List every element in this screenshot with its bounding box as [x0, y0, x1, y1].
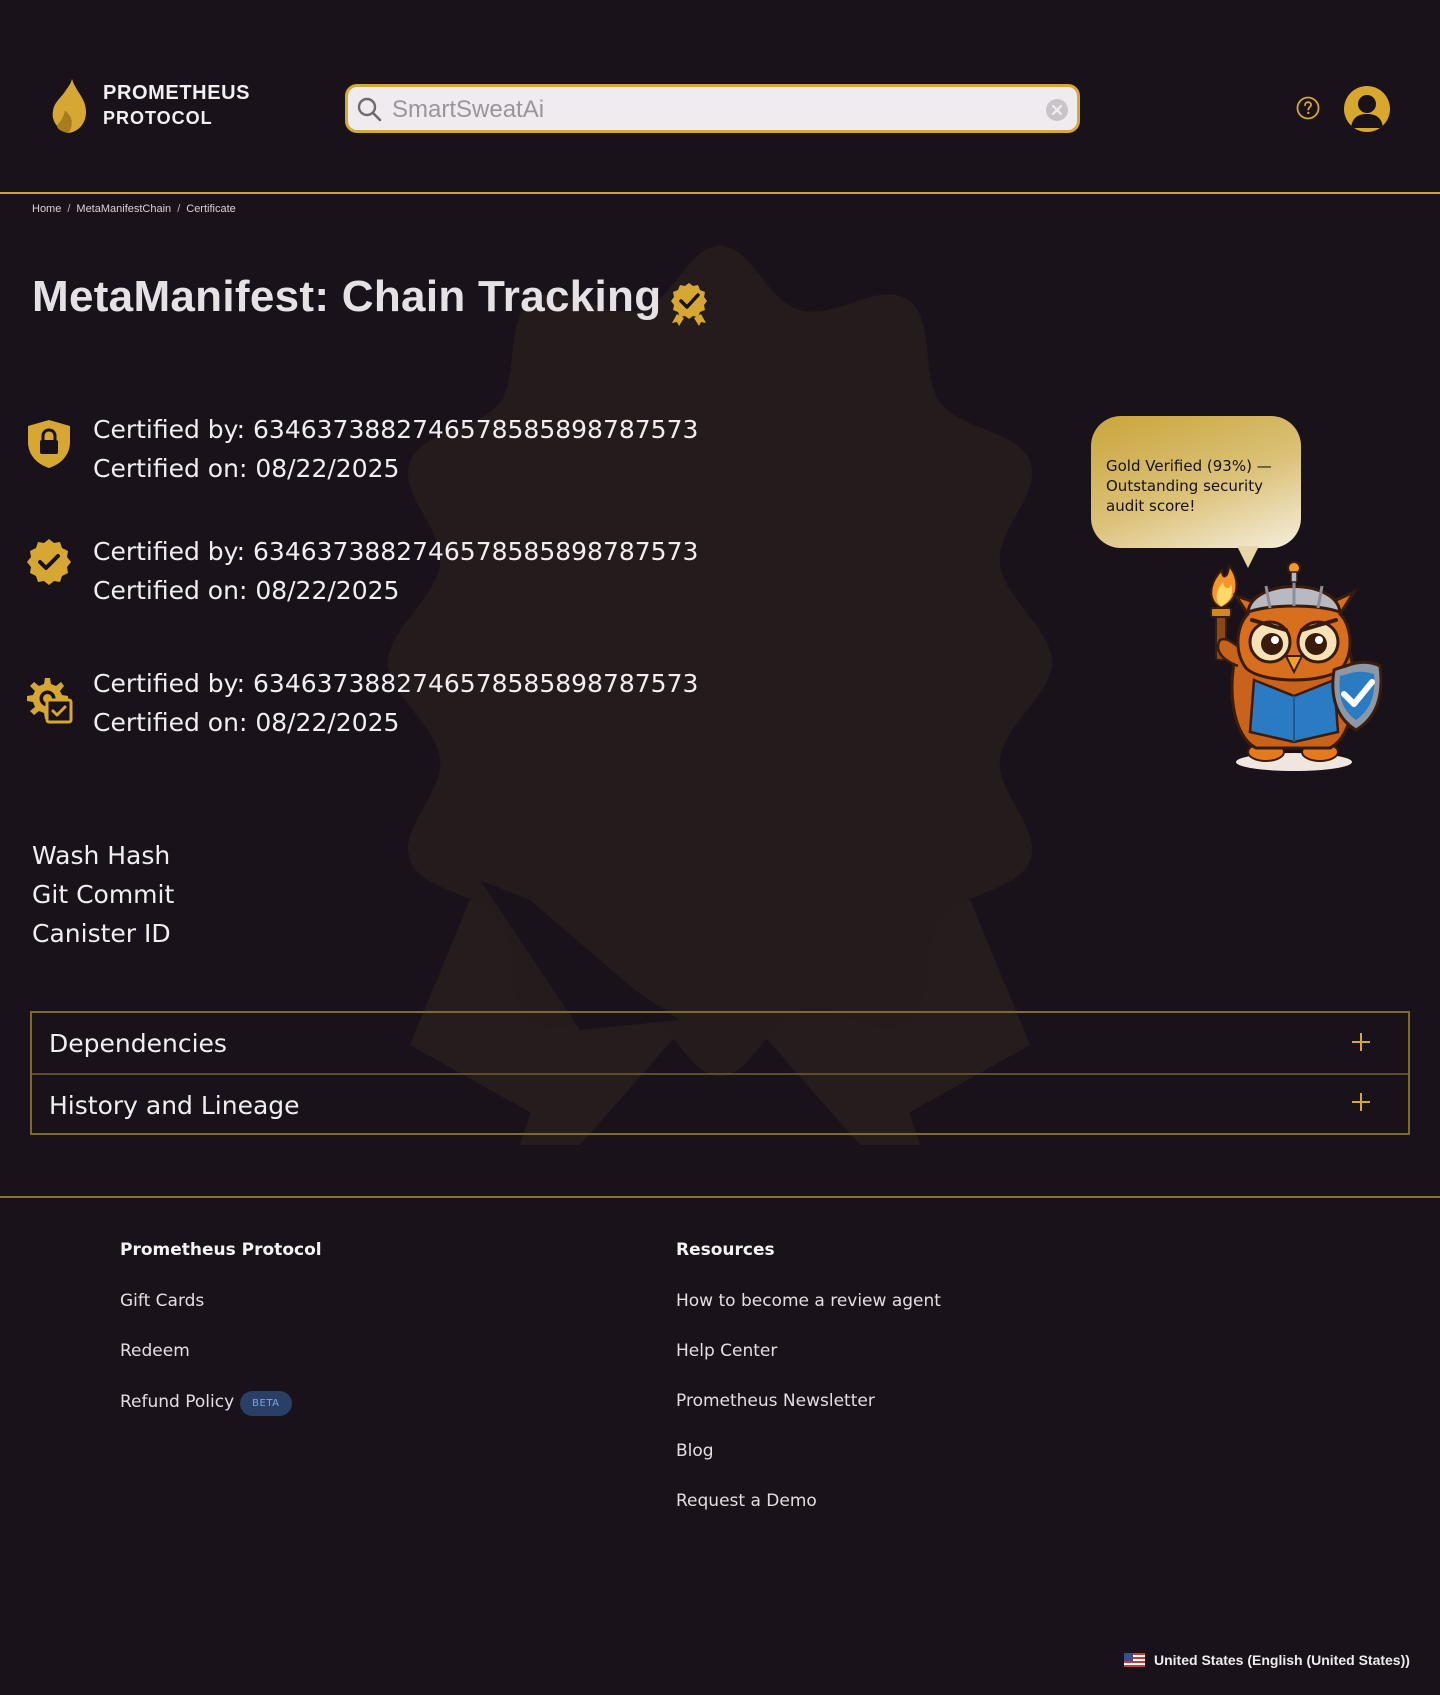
brand-line-1: PROMETHEUS: [103, 82, 251, 104]
search-bar[interactable]: SmartSweatAi: [345, 84, 1080, 133]
accordion-dependencies[interactable]: Dependencies: [32, 1013, 1408, 1073]
footer-column-company: Prometheus Protocol Gift Cards Redeem Re…: [120, 1240, 322, 1416]
plus-icon[interactable]: [1350, 1091, 1372, 1113]
footer-link-demo[interactable]: Request a Demo: [676, 1491, 817, 1511]
flame-logo-icon: [52, 79, 86, 133]
accordion-dependencies-label: Dependencies: [49, 1028, 227, 1058]
brand-logo[interactable]: PROMETHEUS PROTOCOL: [50, 78, 250, 134]
footer-link-blog[interactable]: Blog: [676, 1441, 714, 1461]
footer-link-gift-cards[interactable]: Gift Cards: [120, 1291, 204, 1311]
breadcrumb-home[interactable]: Home: [32, 203, 61, 215]
user-icon: [1351, 95, 1383, 128]
footer-divider: [0, 1196, 1440, 1198]
gear-check-icon: [27, 678, 73, 724]
verified-badge-icon: [27, 539, 71, 585]
footer-column-resources: Resources How to become a review agent H…: [676, 1240, 941, 1511]
brand-name: PROMETHEUS PROTOCOL: [103, 81, 250, 131]
certified-on: Certified on: 08/22/2025: [93, 708, 400, 737]
hash-list: Wash Hash Git Commit Canister ID: [32, 836, 174, 953]
brand-line-2: PROTOCOL: [103, 108, 213, 128]
footer-link-newsletter[interactable]: Prometheus Newsletter: [676, 1391, 875, 1411]
owl-mascot-icon: [1210, 561, 1383, 771]
accordion-history[interactable]: History and Lineage: [32, 1073, 1408, 1135]
breadcrumb-separator: /: [67, 203, 71, 215]
search-input[interactable]: SmartSweatAi: [392, 96, 544, 124]
canister-id-label: Canister ID: [32, 919, 171, 948]
plus-icon[interactable]: [1350, 1031, 1372, 1053]
certified-by: Certified by: 63463738827465785858987875…: [93, 669, 699, 698]
us-flag-icon: [1124, 1653, 1145, 1667]
footer-heading: Prometheus Protocol: [120, 1240, 322, 1260]
git-commit-label: Git Commit: [32, 880, 175, 909]
shield-lock-icon: [28, 420, 70, 468]
certified-by: Certified by: 63463738827465785858987875…: [93, 415, 699, 444]
beta-badge: BETA: [240, 1391, 292, 1416]
locale-selector[interactable]: United States (English (United States)): [1124, 1652, 1410, 1668]
clear-search-icon[interactable]: [1045, 98, 1069, 122]
footer-link-review-agent[interactable]: How to become a review agent: [676, 1291, 941, 1311]
footer-heading: Resources: [676, 1240, 775, 1260]
help-icon[interactable]: [1296, 96, 1320, 120]
certified-on: Certified on: 08/22/2025: [93, 454, 400, 483]
footer-link-redeem[interactable]: Redeem: [120, 1341, 190, 1361]
breadcrumb: Home / MetaManifestChain / Certificate: [32, 203, 236, 215]
top-header: PROMETHEUS PROTOCOL SmartSweatAi: [0, 0, 1440, 194]
breadcrumb-separator: /: [177, 203, 181, 215]
certified-by: Certified by: 63463738827465785858987875…: [93, 537, 699, 566]
search-icon: [357, 97, 382, 122]
page-title: MetaManifest: Chain Tracking: [32, 272, 662, 321]
wash-hash-label: Wash Hash: [32, 841, 171, 870]
breadcrumb-current: Certificate: [186, 203, 236, 215]
certified-on: Certified on: 08/22/2025: [93, 576, 400, 605]
footer-link-refund-label[interactable]: Refund Policy: [120, 1392, 234, 1412]
verified-award-icon: [671, 283, 707, 326]
locale-label[interactable]: United States (English (United States)): [1154, 1652, 1410, 1668]
mascot-speech-bubble: Gold Verified (93%) — Outstanding securi…: [1091, 416, 1301, 548]
user-avatar[interactable]: [1344, 86, 1390, 132]
breadcrumb-chain[interactable]: MetaManifestChain: [76, 203, 171, 215]
footer-link-refund[interactable]: Refund Policy BETA: [120, 1391, 292, 1416]
accordion-history-label: History and Lineage: [49, 1090, 300, 1120]
details-accordion: Dependencies History and Lineage: [30, 1011, 1410, 1135]
footer-link-help-center[interactable]: Help Center: [676, 1341, 777, 1361]
